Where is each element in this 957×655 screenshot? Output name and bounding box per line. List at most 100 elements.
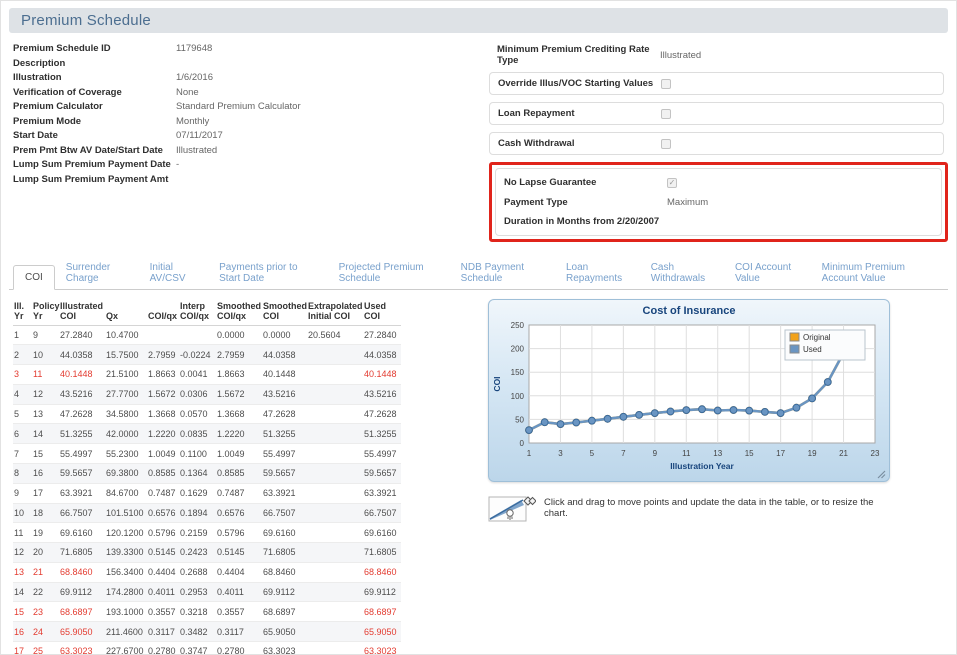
table-cell: 17 [32,483,59,503]
crediting-rate-row: Minimum Premium Crediting Rate Type Illu… [497,44,944,66]
column-header: COI/qx [147,299,179,326]
field-label: Verification of Coverage [13,86,176,101]
table-cell: 22 [32,582,59,602]
table-cell: 25 [32,642,59,655]
tab-coi-account-value[interactable]: COI Account Value [724,256,811,290]
coi-chart[interactable]: Cost of Insurance 1357911131517192123050… [488,299,890,482]
table-cell [307,404,363,424]
table-cell: 193.1000 [105,602,147,622]
table-cell [307,424,363,444]
table-cell [307,503,363,523]
tab-initial-av-csv[interactable]: Initial AV/CSV [139,256,209,290]
table-cell [307,483,363,503]
tab-coi[interactable]: COI [13,265,55,290]
table-cell: 12 [32,384,59,404]
table-cell: 0.3482 [179,622,216,642]
table-cell: 13 [13,562,32,582]
table-cell: 14 [13,582,32,602]
table-cell: 0.3117 [216,622,262,642]
tab-loan-repayments[interactable]: Loan Repayments [555,256,640,290]
field-row: Premium Schedule ID1179648 [13,42,481,57]
table-cell: 69.9112 [59,582,105,602]
field-value: 1/6/2016 [176,71,213,86]
table-cell: 68.8460 [262,562,307,582]
table-cell: 15 [13,602,32,622]
table-cell: 43.5216 [59,384,105,404]
table-cell: 63.3023 [262,642,307,655]
table-cell: 63.3023 [363,642,401,655]
table-cell: 0.3747 [179,642,216,655]
field-value: None [176,86,199,101]
table-row: 1927.284010.47000.00000.000020.560427.28… [13,325,401,345]
table-cell: 0.8585 [216,463,262,483]
tab-projected-premium-schedule[interactable]: Projected Premium Schedule [328,256,450,290]
table-row: 61451.325542.00001.22200.08351.222051.32… [13,424,401,444]
table-cell: 0.5145 [216,543,262,563]
tab-ndb-payment-schedule[interactable]: NDB Payment Schedule [450,256,555,290]
table-cell: 0.1629 [179,483,216,503]
table-cell [179,325,216,345]
checkbox[interactable] [661,79,671,89]
field-label: Illustration [13,71,176,86]
table-cell: 0.4404 [147,562,179,582]
tab-minimum-premium-account-value[interactable]: Minimum Premium Account Value [811,256,948,290]
table-cell: 69.9112 [363,582,401,602]
table-cell: 66.7507 [363,503,401,523]
duration-row: Duration in Months from 2/20/2007 [504,215,933,230]
table-cell: 68.6897 [363,602,401,622]
checkbox[interactable] [661,139,671,149]
checkbox[interactable] [661,109,671,119]
table-cell: 15.7500 [105,345,147,365]
table-cell: 51.3255 [262,424,307,444]
no-lapse-row: No Lapse Guarantee ✓ [504,176,933,191]
svg-text:250: 250 [511,321,525,330]
svg-text:0: 0 [520,439,525,448]
table-cell: 47.2628 [59,404,105,424]
table-cell: 69.9112 [262,582,307,602]
table-cell: 0.5796 [216,523,262,543]
field-label: Lump Sum Premium Payment Date [13,158,176,173]
table-cell: 0.0000 [216,325,262,345]
field-label: Premium Schedule ID [13,42,176,57]
tab-cash-withdrawals[interactable]: Cash Withdrawals [640,256,724,290]
field-row: Illustration1/6/2016 [13,71,481,86]
table-row: 142269.9112174.28000.40110.29530.401169.… [13,582,401,602]
table-cell: 2 [13,345,32,365]
table-cell: 0.6576 [147,503,179,523]
tab-surrender-charge[interactable]: Surrender Charge [55,256,139,290]
tab-payments-prior-to-start-date[interactable]: Payments prior to Start Date [208,256,327,290]
svg-text:5: 5 [590,449,595,458]
svg-text:100: 100 [511,391,525,400]
table-cell: 63.3921 [59,483,105,503]
table-cell: 2.7959 [216,345,262,365]
table-cell: 65.9050 [363,622,401,642]
no-lapse-checkbox[interactable]: ✓ [667,178,677,188]
table-cell: 71.6805 [262,543,307,563]
column-header: Smoothed COI/qx [216,299,262,326]
drag-chart-icon [488,493,536,523]
table-cell: 59.5657 [363,463,401,483]
table-cell: 27.7700 [105,384,147,404]
coi-chart-svg[interactable]: 1357911131517192123050100150200250Origin… [491,317,887,475]
svg-text:Illustration Year: Illustration Year [670,461,734,471]
table-cell: 69.6160 [59,523,105,543]
table-cell: 1.3668 [216,404,262,424]
table-cell [307,602,363,622]
table-cell [147,325,179,345]
table-cell: 19 [32,523,59,543]
chart-resize-handle-icon[interactable] [877,470,886,479]
table-cell: 18 [32,503,59,523]
field-label: Lump Sum Premium Payment Amt [13,173,176,188]
table-cell: 69.3800 [105,463,147,483]
svg-text:11: 11 [682,449,691,458]
table-cell: 68.6897 [59,602,105,622]
table-cell: 44.0358 [363,345,401,365]
table-cell: 68.8460 [363,562,401,582]
table-cell: 0.8585 [147,463,179,483]
table-cell [307,523,363,543]
option-label: Loan Repayment [498,108,661,119]
table-row: 21044.035815.75002.7959-0.02242.795944.0… [13,345,401,365]
field-value: Standard Premium Calculator [176,100,301,115]
svg-text:23: 23 [871,449,880,458]
table-cell: 0.0000 [262,325,307,345]
